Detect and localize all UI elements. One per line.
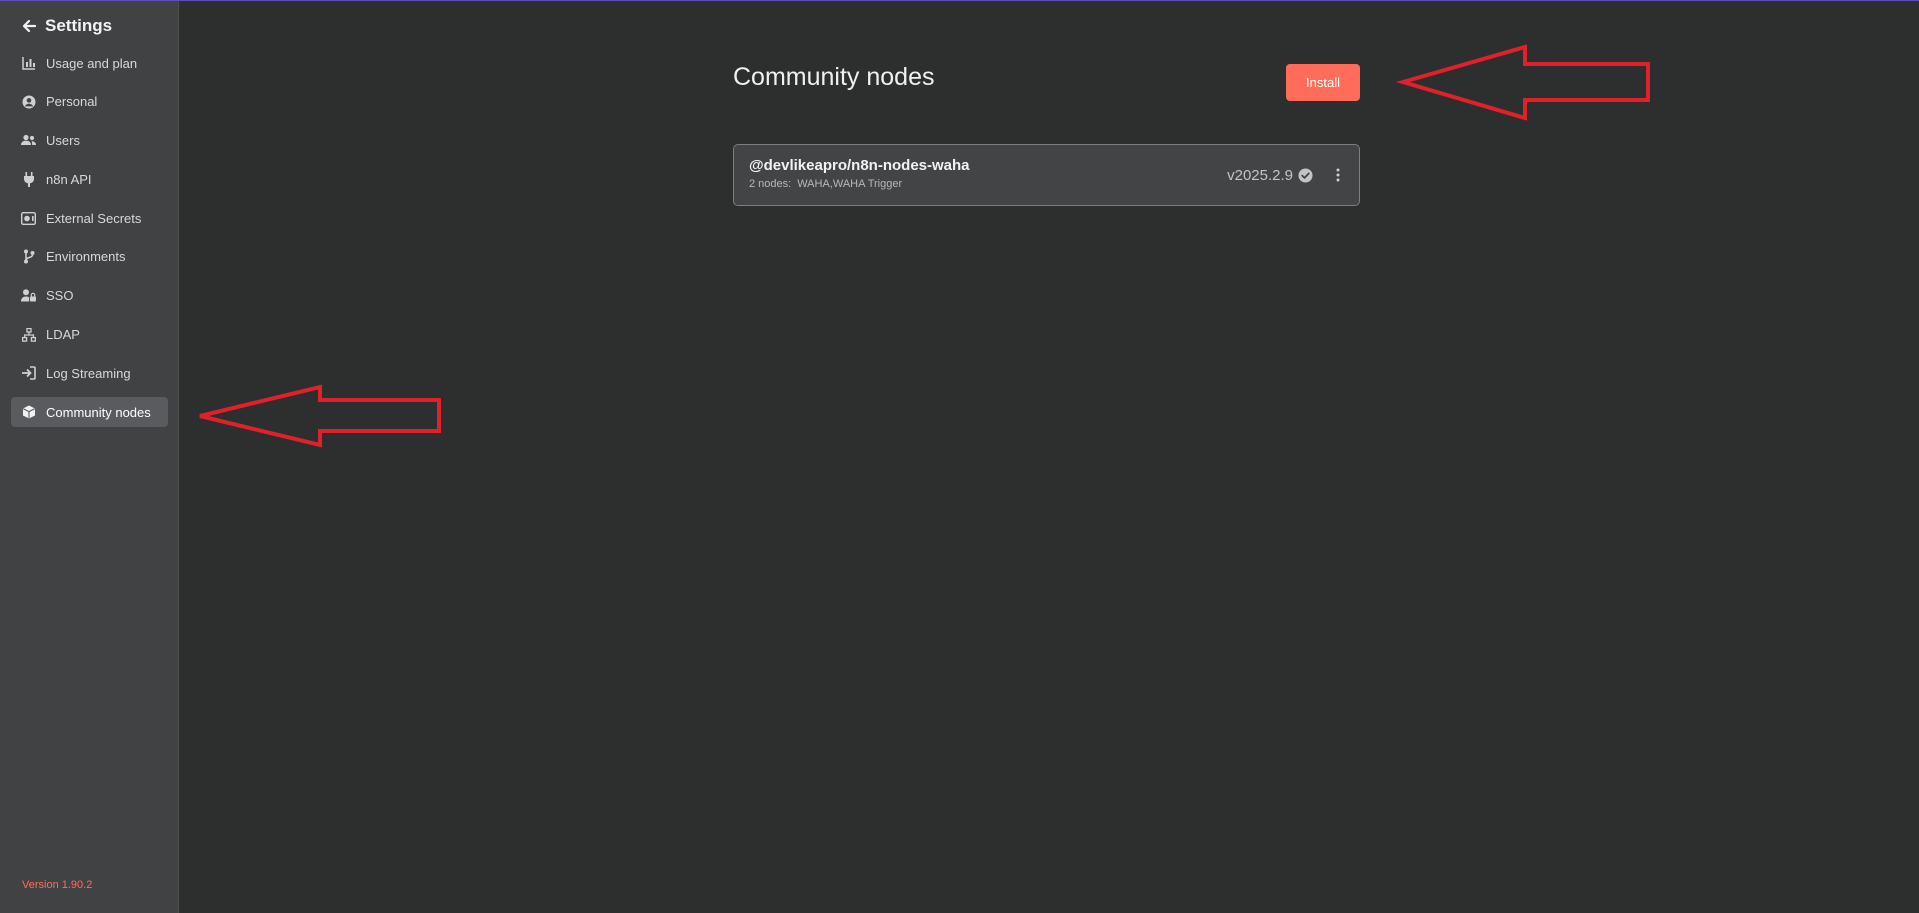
users-icon [21,133,36,148]
page-title: Community nodes [733,63,935,91]
sidebar-item-external-secrets[interactable]: External Secrets [11,203,168,233]
annotation-arrow-install [1395,44,1650,121]
sidebar-item-sso[interactable]: SSO [11,281,168,311]
chart-icon [21,56,36,71]
top-accent-line [0,0,1919,1]
verified-check-icon [1298,168,1313,183]
sidebar-item-log-streaming[interactable]: Log Streaming [11,358,168,388]
sidebar-item-label: Log Streaming [46,365,131,381]
sidebar-item-n8n-api[interactable]: n8n API [11,164,168,194]
settings-menu: Usage and plan Personal Users n8n API Ex… [11,48,168,436]
sidebar-item-personal[interactable]: Personal [11,87,168,117]
nodes-count: 2 nodes: [749,178,792,190]
sidebar-item-usage-and-plan[interactable]: Usage and plan [11,48,168,78]
sidebar-item-label: External Secrets [46,210,142,226]
sidebar-item-label: Users [46,133,80,149]
arrow-left-icon [21,18,37,34]
more-options-icon[interactable] [1333,166,1343,184]
community-node-card[interactable]: @devlikeapro/n8n-nodes-waha 2 nodes: WAHA… [733,144,1360,206]
version-label: v2025.2.9 [1227,167,1293,184]
cube-icon [21,405,36,420]
sidebar-item-label: LDAP [46,327,80,343]
plug-icon [21,171,36,187]
user-circle-icon [21,94,36,109]
vault-icon [21,211,36,226]
branch-icon [21,249,36,264]
user-lock-icon [21,288,36,303]
sidebar-item-label: Environments [46,249,126,265]
package-name: @devlikeapro/n8n-nodes-waha [749,157,970,174]
nodes-list: WAHA,WAHA Trigger [797,178,903,190]
app-version: Version 1.90.2 [22,879,93,891]
sidebar-item-label: Personal [46,94,98,110]
settings-title: Settings [45,16,113,35]
sidebar-item-label: Community nodes [46,404,151,420]
sidebar-item-label: Usage and plan [46,55,138,71]
network-icon [21,327,36,342]
sidebar-item-users[interactable]: Users [11,126,168,156]
install-button[interactable]: Install [1286,64,1360,101]
sign-in-icon [21,366,36,381]
sidebar-item-label: n8n API [46,171,92,187]
annotation-arrow-community-nodes [199,384,441,448]
sidebar-item-label: SSO [46,288,74,304]
package-version: v2025.2.9 [1227,167,1313,184]
back-to-app-button[interactable]: Settings [21,14,112,38]
package-nodes: 2 nodes: WAHA,WAHA Trigger [749,178,902,190]
settings-sidebar: Settings Usage and plan Personal Users n… [0,1,179,913]
sidebar-item-community-nodes[interactable]: Community nodes [11,397,168,428]
sidebar-item-ldap[interactable]: LDAP [11,320,168,350]
sidebar-item-environments[interactable]: Environments [11,242,168,272]
